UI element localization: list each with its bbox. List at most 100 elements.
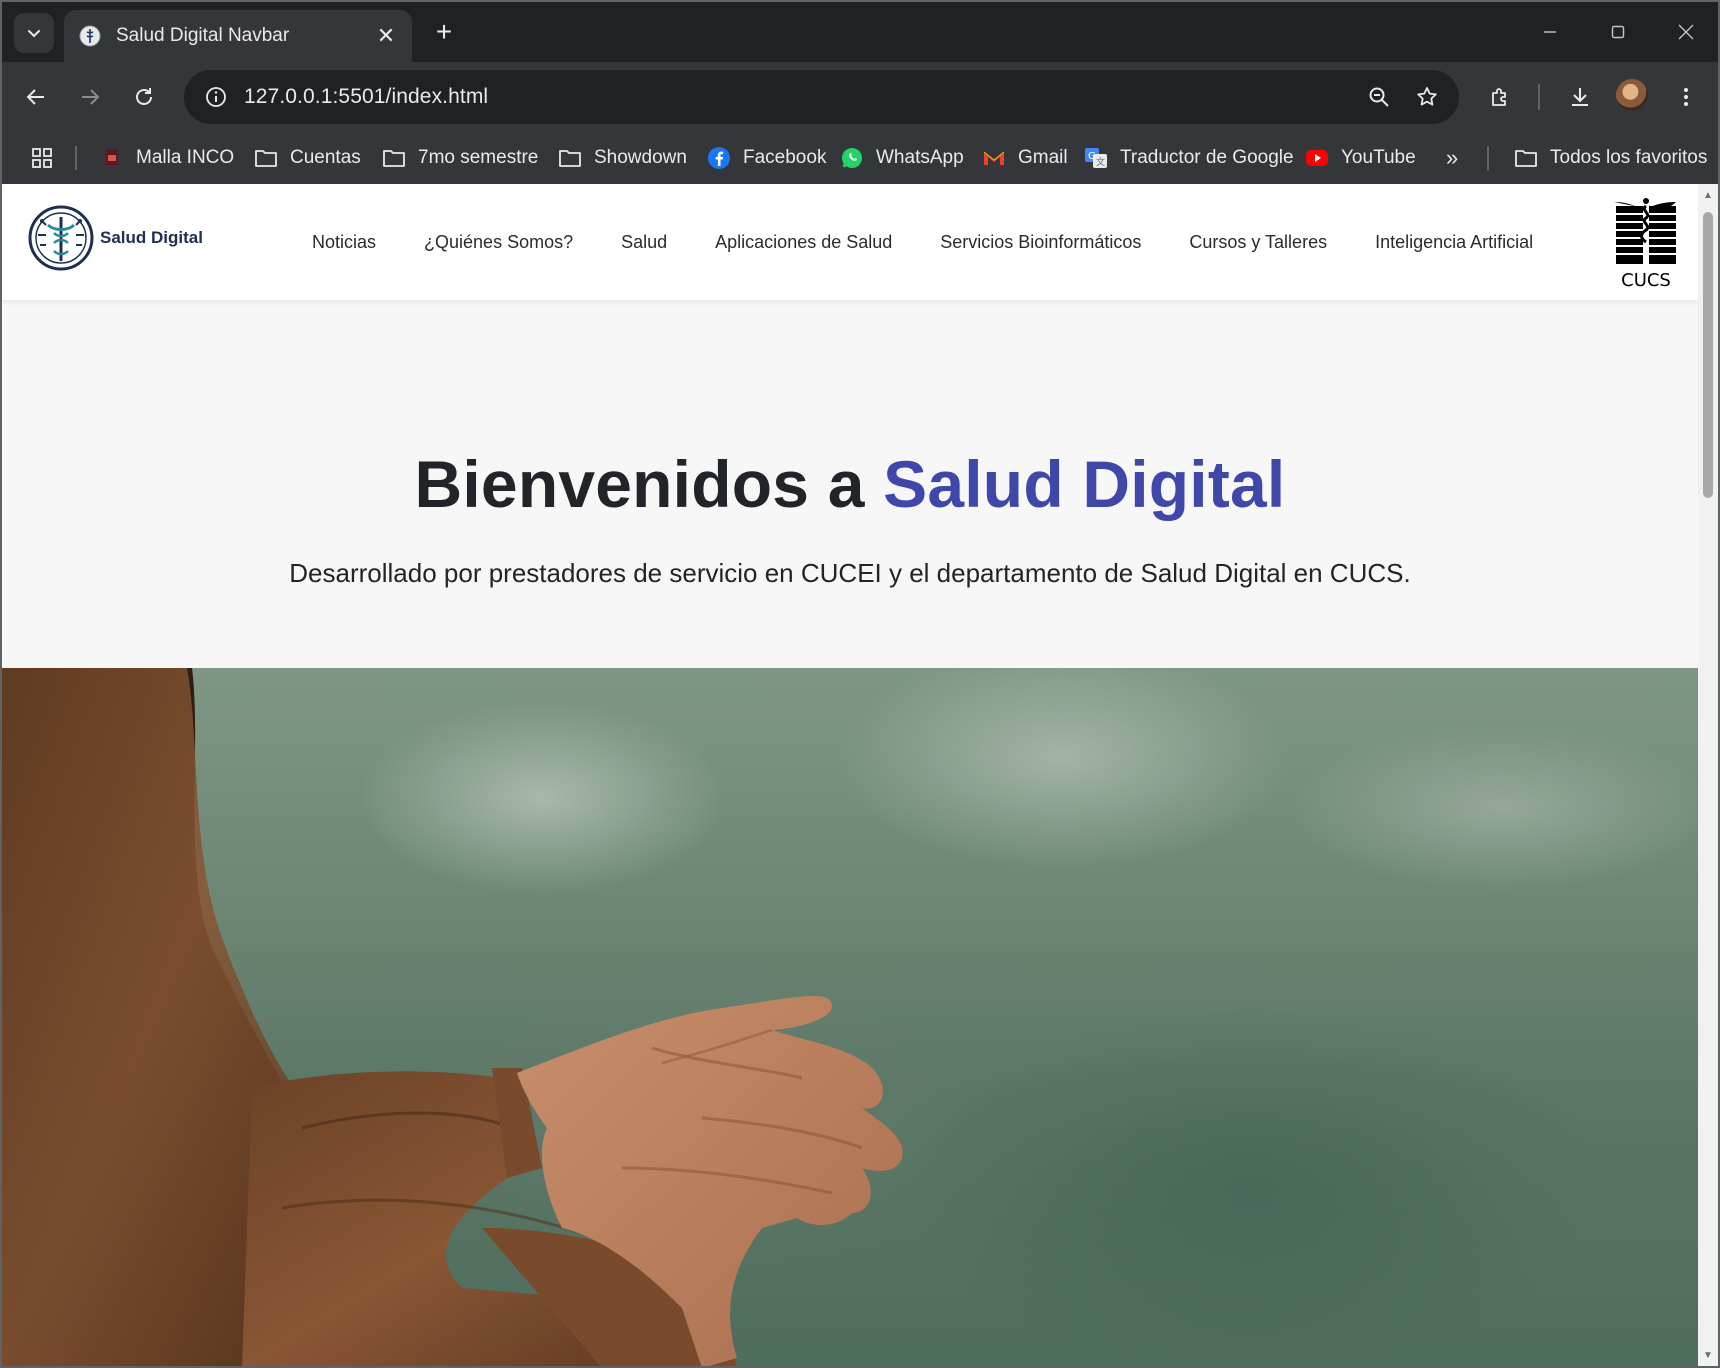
cucs-logo[interactable]: CUCS bbox=[1612, 192, 1680, 292]
nav-link-quienes-somos[interactable]: ¿Quiénes Somos? bbox=[424, 232, 573, 253]
page-viewport: Salud Digital Noticias ¿Quiénes Somos? S… bbox=[2, 184, 1698, 1366]
bookmark-youtube[interactable]: YouTube bbox=[1305, 132, 1416, 184]
apps-button[interactable] bbox=[30, 132, 54, 184]
arrow-left-icon bbox=[26, 89, 44, 105]
svg-text:文: 文 bbox=[1096, 156, 1105, 168]
facebook-icon bbox=[707, 146, 731, 170]
bookmark-showdown[interactable]: Showdown bbox=[558, 132, 687, 184]
bookmark-label: 7mo semestre bbox=[418, 147, 539, 168]
site-info-icon[interactable] bbox=[198, 79, 234, 115]
site-navbar: Salud Digital Noticias ¿Quiénes Somos? S… bbox=[2, 184, 1698, 300]
page-scrollbar[interactable]: ▲ ▼ bbox=[1698, 184, 1718, 1366]
hero-image bbox=[2, 668, 1698, 1366]
more-bookmarks-button[interactable]: » bbox=[1446, 132, 1458, 184]
bookmark-facebook[interactable]: Facebook bbox=[707, 132, 826, 184]
scroll-up-arrow-icon[interactable]: ▲ bbox=[1702, 190, 1714, 202]
bookmark-star-icon[interactable] bbox=[1409, 79, 1445, 115]
close-icon bbox=[1678, 24, 1694, 40]
bookmark-gmail[interactable]: Gmail bbox=[982, 132, 1068, 184]
minimize-icon bbox=[1544, 31, 1556, 33]
browser-window: Salud Digital Navbar ✕ + 127.0.0.1:5501/… bbox=[0, 0, 1720, 1368]
download-icon bbox=[1572, 88, 1588, 106]
bookmark-label: Todos los favoritos bbox=[1550, 147, 1708, 168]
url-text[interactable]: 127.0.0.1:5501/index.html bbox=[244, 85, 488, 109]
new-tab-button[interactable]: + bbox=[428, 16, 460, 48]
bookmark-label: Malla INCO bbox=[136, 147, 235, 168]
all-bookmarks-folder[interactable]: Todos los favoritos bbox=[1514, 132, 1707, 184]
bookmark-label: WhatsApp bbox=[876, 147, 964, 168]
bookmarks-bar: Malla INCO Cuentas 7mo semestre Showdown… bbox=[2, 132, 1718, 184]
hero-title: Bienvenidos a Salud Digital bbox=[415, 446, 1286, 522]
maximize-button[interactable] bbox=[1598, 14, 1638, 50]
bookmarks-divider bbox=[1487, 146, 1489, 170]
salud-digital-favicon-icon bbox=[79, 25, 101, 47]
maximize-icon bbox=[1611, 25, 1625, 39]
bookmark-malla-inco[interactable]: Malla INCO bbox=[100, 132, 234, 184]
folder-icon bbox=[254, 146, 278, 170]
bookmark-7mo-semestre[interactable]: 7mo semestre bbox=[382, 132, 538, 184]
back-button[interactable] bbox=[16, 77, 56, 117]
salud-digital-logo-icon bbox=[28, 205, 94, 271]
site-brand[interactable]: Salud Digital bbox=[28, 205, 203, 271]
nav-link-aplicaciones-de-salud[interactable]: Aplicaciones de Salud bbox=[715, 232, 892, 253]
address-bar[interactable]: 127.0.0.1:5501/index.html bbox=[184, 70, 1459, 124]
bookmark-label: Cuentas bbox=[290, 147, 361, 168]
hero-section: Bienvenidos a Salud Digital Desarrollado… bbox=[2, 300, 1698, 668]
pdf-icon bbox=[100, 146, 124, 170]
bookmark-label: Facebook bbox=[743, 147, 827, 168]
more-vertical-icon bbox=[1684, 88, 1688, 106]
folder-icon bbox=[382, 146, 406, 170]
nav-link-servicios-bioinformaticos[interactable]: Servicios Bioinformáticos bbox=[940, 232, 1141, 253]
folder-icon bbox=[1514, 146, 1538, 170]
bookmark-label: YouTube bbox=[1341, 147, 1416, 168]
menu-button[interactable] bbox=[1666, 77, 1706, 117]
nav-link-inteligencia-artificial[interactable]: Inteligencia Artificial bbox=[1375, 232, 1533, 253]
close-window-button[interactable] bbox=[1666, 14, 1706, 50]
puzzle-icon bbox=[1492, 88, 1506, 106]
brand-name: Salud Digital bbox=[100, 228, 203, 247]
browser-toolbar: 127.0.0.1:5501/index.html bbox=[2, 62, 1718, 132]
whatsapp-icon bbox=[840, 146, 864, 170]
nav-link-cursos-y-talleres[interactable]: Cursos y Talleres bbox=[1189, 232, 1327, 253]
tab-close-icon[interactable]: ✕ bbox=[374, 23, 398, 49]
extensions-button[interactable] bbox=[1480, 77, 1520, 117]
youtube-icon bbox=[1305, 146, 1329, 170]
hero-title-plain: Bienvenidos a bbox=[414, 447, 884, 521]
chevron-down-icon bbox=[28, 30, 40, 38]
nav-links: Noticias ¿Quiénes Somos? Salud Aplicacio… bbox=[312, 184, 1581, 300]
bookmark-label: Traductor de Google bbox=[1120, 147, 1294, 168]
hero-title-accent: Salud Digital bbox=[883, 447, 1286, 521]
nav-link-salud[interactable]: Salud bbox=[621, 232, 667, 253]
downloads-button[interactable] bbox=[1560, 77, 1600, 117]
forward-button[interactable] bbox=[70, 77, 110, 117]
arrow-right-icon bbox=[82, 89, 100, 105]
hero-photo-person-hands bbox=[2, 668, 903, 1366]
svg-text:G: G bbox=[1088, 151, 1096, 162]
bookmark-label: Gmail bbox=[1018, 147, 1068, 168]
toolbar-divider bbox=[1538, 84, 1540, 110]
bookmark-whatsapp[interactable]: WhatsApp bbox=[840, 132, 964, 184]
minimize-button[interactable] bbox=[1530, 14, 1570, 50]
zoom-icon[interactable] bbox=[1361, 79, 1397, 115]
tab-title: Salud Digital Navbar bbox=[116, 25, 290, 46]
tab-strip: Salud Digital Navbar ✕ + bbox=[2, 2, 1718, 62]
profile-avatar[interactable] bbox=[1616, 79, 1648, 111]
scroll-down-arrow-icon[interactable]: ▼ bbox=[1702, 1350, 1714, 1362]
google-translate-icon: G文 bbox=[1084, 146, 1108, 170]
apps-grid-icon bbox=[32, 148, 52, 168]
reload-icon bbox=[136, 88, 152, 105]
active-tab[interactable]: Salud Digital Navbar ✕ bbox=[64, 10, 412, 62]
bookmark-traductor[interactable]: G文 Traductor de Google bbox=[1084, 132, 1294, 184]
bookmark-cuentas[interactable]: Cuentas bbox=[254, 132, 361, 184]
scroll-thumb[interactable] bbox=[1703, 212, 1713, 498]
folder-icon bbox=[558, 146, 582, 170]
cucs-logo-text: CUCS bbox=[1621, 270, 1671, 291]
tab-search-button[interactable] bbox=[14, 13, 54, 53]
gmail-icon bbox=[982, 146, 1006, 170]
bookmarks-divider bbox=[75, 146, 77, 170]
bookmark-label: Showdown bbox=[594, 147, 687, 168]
nav-link-noticias[interactable]: Noticias bbox=[312, 232, 376, 253]
more-bookmarks-icon: » bbox=[1446, 145, 1459, 170]
reload-button[interactable] bbox=[124, 77, 164, 117]
hero-subtitle: Desarrollado por prestadores de servicio… bbox=[289, 558, 1411, 588]
